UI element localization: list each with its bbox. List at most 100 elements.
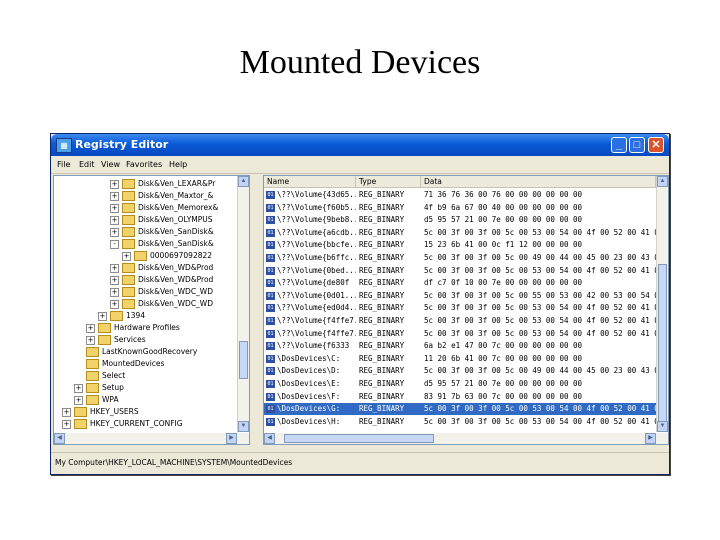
value-name-cell: 01 \??\Volume{f6333: [266, 340, 356, 352]
collapse-icon[interactable]: -: [110, 239, 119, 249]
column-header-name[interactable]: Name: [264, 176, 356, 188]
tree-item[interactable]: + Disk&Ven_WDC_WD: [110, 286, 213, 298]
tree-item[interactable]: MountedDevices: [74, 358, 164, 370]
tree-item[interactable]: + HKEY_USERS: [62, 406, 139, 418]
registry-value-row[interactable]: 01 \DosDevices\D: REG_BINARY 5c 00 3f 00 3f…: [264, 365, 656, 377]
tree-item[interactable]: + Disk&Ven_Maxtor_&: [110, 190, 213, 202]
tree-item[interactable]: + Disk&Ven_Memorex&: [110, 202, 218, 214]
tree-horizontal-scrollbar[interactable]: ◀ ▶: [54, 433, 249, 444]
folder-icon: [122, 263, 135, 273]
expand-icon[interactable]: +: [74, 395, 83, 405]
tree-item[interactable]: LastKnownGoodRecovery: [74, 346, 197, 358]
maximize-button[interactable]: □: [629, 137, 645, 153]
key-tree-pane[interactable]: ▲ ▼ ◀ ▶ + Disk&Ven_LEXAR&Pr + Disk&Ven_Maxt…: [53, 175, 250, 445]
scroll-left-icon[interactable]: ◀: [54, 433, 65, 444]
value-name-cell: 01 \DosDevices\F:: [266, 391, 356, 403]
scroll-right-icon[interactable]: ▶: [645, 433, 656, 444]
values-pane[interactable]: Name Type Data ▲ ▼ ◀ ▶ 01 \??\Volume{43d6…: [263, 175, 669, 445]
tree-item-label: 0000697092822: [150, 251, 213, 260]
registry-value-row[interactable]: 01 \??\Volume{bbcfe... REG_BINARY 15 23 6b …: [264, 239, 656, 251]
tree-vertical-scrollbar[interactable]: ▲ ▼: [237, 176, 249, 432]
registry-value-row[interactable]: 01 \DosDevices\G: REG_BINARY 5c 00 3f 00 3f…: [264, 403, 656, 416]
tree-item[interactable]: + WPA: [74, 394, 119, 406]
expand-icon[interactable]: +: [110, 287, 119, 297]
menu-edit[interactable]: Edit: [79, 160, 95, 169]
tree-scroll-thumb[interactable]: [239, 341, 248, 379]
value-type: REG_BINARY: [359, 190, 405, 199]
tree-item[interactable]: + Services: [86, 334, 146, 346]
value-name-cell: 01 \DosDevices\C:: [266, 353, 356, 365]
folder-icon: [86, 347, 99, 357]
column-header-data[interactable]: Data: [421, 176, 656, 188]
minimize-button[interactable]: _: [611, 137, 627, 153]
tree-item[interactable]: + Disk&Ven_WD&Prod: [110, 274, 213, 286]
folder-icon: [110, 311, 123, 321]
tree-item[interactable]: + Hardware Profiles: [86, 322, 180, 334]
tree-item[interactable]: + Disk&Ven_OLYMPUS: [110, 214, 213, 226]
value-type: REG_BINARY: [359, 416, 405, 426]
registry-value-row[interactable]: 01 \??\Volume{f6333 REG_BINARY 6a b2 e1 47 …: [264, 340, 656, 352]
close-button[interactable]: ✕: [648, 137, 664, 153]
scroll-down-icon[interactable]: ▼: [238, 421, 249, 432]
expand-icon[interactable]: +: [62, 407, 71, 417]
expand-icon[interactable]: +: [110, 215, 119, 225]
scroll-down-icon[interactable]: ▼: [657, 421, 668, 432]
folder-icon: [122, 275, 135, 285]
registry-value-row[interactable]: 01 \DosDevices\F: REG_BINARY 83 91 7b 63 00…: [264, 391, 656, 403]
expand-icon[interactable]: +: [110, 275, 119, 285]
expand-icon[interactable]: +: [110, 227, 119, 237]
registry-value-row[interactable]: 01 \??\Volume{0bed... REG_BINARY 5c 00 3f 0…: [264, 265, 656, 277]
expand-icon[interactable]: +: [86, 335, 95, 345]
expand-icon[interactable]: +: [74, 383, 83, 393]
registry-value-row[interactable]: 01\??\Volume{f4ffe7...REG_BINARY 5c 00 3f…: [264, 315, 656, 327]
menu-view[interactable]: View: [101, 160, 120, 169]
tree-item-label: Disk&Ven_LEXAR&Pr: [138, 179, 216, 188]
registry-value-row[interactable]: 01 \??\Volume{0d01... REG_BINARY 5c 00 3f 0…: [264, 290, 656, 302]
registry-value-row[interactable]: 01 \DosDevices\E: REG_BINARY d5 95 57 21 00…: [264, 378, 656, 390]
menu-help[interactable]: Help: [169, 160, 187, 169]
values-h-scroll-thumb[interactable]: [284, 434, 434, 443]
tree-item[interactable]: + Disk&Ven_LEXAR&Pr: [110, 178, 215, 190]
tree-item[interactable]: Select: [74, 370, 125, 382]
menu-file[interactable]: File: [57, 160, 70, 169]
values-scroll-thumb[interactable]: [658, 264, 667, 432]
values-vertical-scrollbar[interactable]: ▲ ▼: [656, 176, 668, 432]
title-bar[interactable]: ▦ Registry Editor _ □ ✕: [51, 134, 669, 156]
expand-icon[interactable]: +: [110, 179, 119, 189]
column-header-type[interactable]: Type: [356, 176, 421, 188]
tree-item[interactable]: - Disk&Ven_SanDisk&: [110, 238, 214, 250]
scroll-up-icon[interactable]: ▲: [657, 176, 668, 187]
scroll-up-icon[interactable]: ▲: [238, 176, 249, 187]
value-type: REG_BINARY: [359, 391, 405, 401]
expand-icon[interactable]: +: [98, 311, 107, 321]
expand-icon[interactable]: +: [110, 299, 119, 309]
value-name-cell: 01 \??\Volume{9beb8...: [266, 214, 356, 226]
registry-value-row[interactable]: 01 \??\Volume{ed0d4... REG_BINARY 5c 00 3f …: [264, 302, 656, 314]
expand-icon[interactable]: +: [86, 323, 95, 333]
registry-value-row[interactable]: 01 \??\Volume{de80f REG_BINARY df c7 0f 10 …: [264, 277, 656, 289]
expand-icon[interactable]: +: [122, 251, 131, 261]
registry-value-row[interactable]: 01 \DosDevices\C: REG_BINARY 11 20 6b 41 00…: [264, 353, 656, 365]
registry-value-row[interactable]: 01 \??\Volume{a6cdb... REG_BINARY 5c 00 3f …: [264, 227, 656, 239]
expand-icon[interactable]: +: [110, 203, 119, 213]
registry-value-row[interactable]: 01 \??\Volume{b6ffc... REG_BINARY 5c 00 3f …: [264, 252, 656, 264]
registry-value-row[interactable]: 01 \??\Volume{f60b5... REG_BINARY 4f b9 6a …: [264, 202, 656, 214]
registry-value-row[interactable]: 01 \??\Volume{9beb8... REG_BINARY d5 95 57 …: [264, 214, 656, 226]
expand-icon[interactable]: +: [110, 191, 119, 201]
expand-icon[interactable]: +: [62, 419, 71, 429]
tree-item[interactable]: + HKEY_CURRENT_CONFIG: [62, 418, 183, 430]
tree-item[interactable]: + Disk&Ven_SanDisk&: [110, 226, 214, 238]
menu-favorites[interactable]: Favorites: [126, 160, 162, 169]
tree-item[interactable]: +0000697092822: [122, 250, 212, 262]
scroll-right-icon[interactable]: ▶: [226, 433, 237, 444]
registry-value-row[interactable]: 01 \DosDevices\H: REG_BINARY 5c 00 3f 00 3f…: [264, 416, 656, 428]
tree-item[interactable]: + Disk&Ven_WDC_WD: [110, 298, 213, 310]
registry-value-row[interactable]: 01\??\Volume{f4ffe7...REG_BINARY 5c 00 3f…: [264, 328, 656, 340]
tree-item[interactable]: + Setup: [74, 382, 124, 394]
registry-value-row[interactable]: 01 \??\Volume{43d65... REG_BINARY 71 36 76 …: [264, 189, 656, 201]
expand-icon[interactable]: +: [110, 263, 119, 273]
tree-item[interactable]: +1394: [98, 310, 145, 322]
scroll-left-icon[interactable]: ◀: [264, 433, 275, 444]
values-horizontal-scrollbar[interactable]: ◀ ▶: [264, 433, 668, 444]
tree-item[interactable]: + Disk&Ven_WD&Prod: [110, 262, 213, 274]
